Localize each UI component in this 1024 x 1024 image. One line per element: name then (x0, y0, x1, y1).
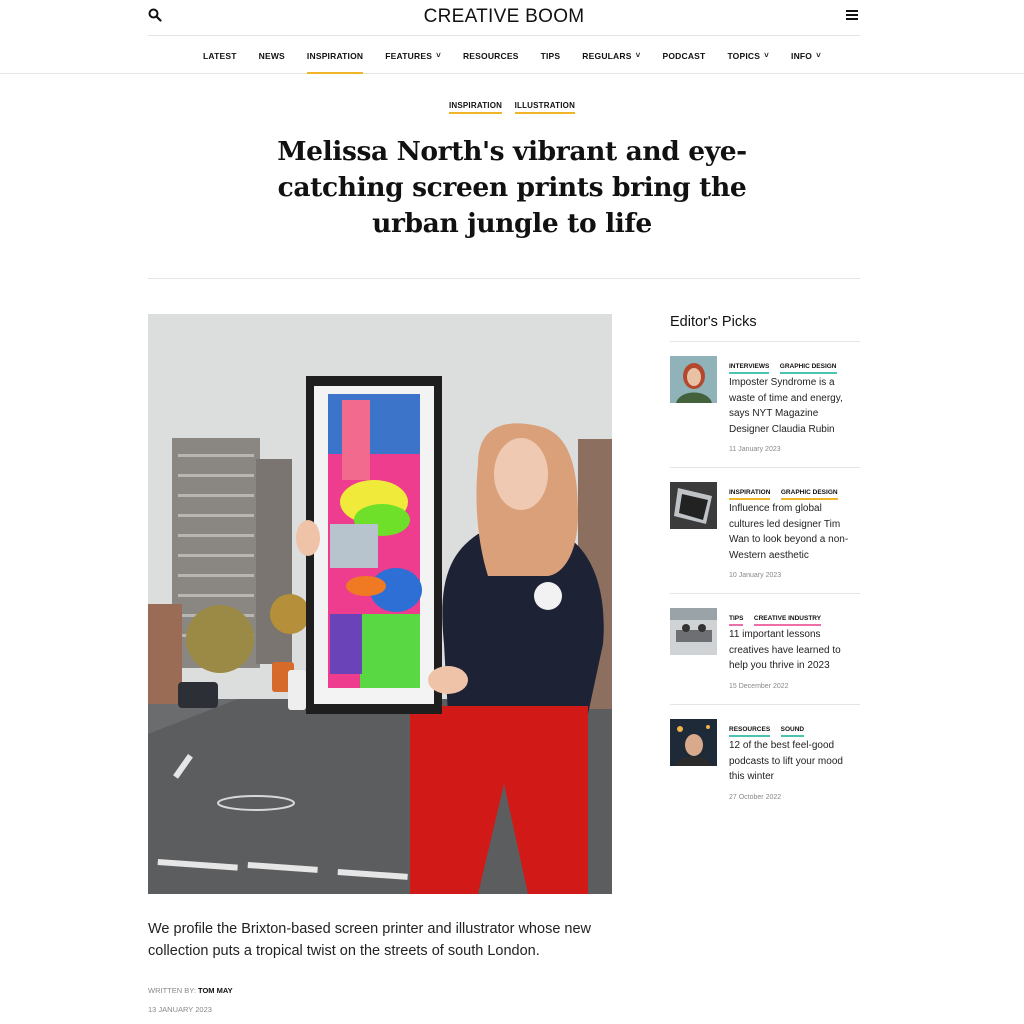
pick-date: 15 December 2022 (729, 683, 789, 690)
nav-item-news[interactable]: NEWS (259, 37, 285, 74)
pick-item[interactable]: INTERVIEWS GRAPHIC DESIGN Imposter Syndr… (670, 342, 860, 468)
chevron-down-icon: ˅ (436, 50, 441, 60)
chevron-down-icon: ˅ (816, 50, 821, 60)
pick-date: 10 January 2023 (729, 572, 782, 579)
nav-item-label: INSPIRATION (306, 50, 364, 61)
pick-title[interactable]: 11 important lessons creatives have lear… (729, 627, 857, 674)
nav-item-tips[interactable]: TIPS (541, 37, 561, 74)
pick-tag[interactable]: INTERVIEWS (729, 363, 770, 374)
byline: WRITTEN BY: TOM MAY (148, 986, 233, 995)
pick-title[interactable]: Influence from global cultures led desig… (729, 501, 857, 563)
editors-picks: Editor's Picks INTERVIEWS GRAPHIC DESIGN… (670, 314, 860, 831)
pick-thumbnail[interactable] (670, 608, 717, 655)
nav-item-info[interactable]: INFO ˅ (791, 37, 821, 74)
chevron-down-icon: ˅ (764, 50, 770, 60)
nav-item-inspiration[interactable]: INSPIRATION (306, 37, 364, 74)
pick-item[interactable]: RESOURCES SOUND 12 of the best feel-good… (670, 705, 860, 831)
pick-thumbnail[interactable] (670, 719, 717, 766)
nav-item-label: TOPICS (727, 50, 761, 61)
nav-item-label: TIPS (540, 50, 561, 61)
pick-title[interactable]: Imposter Syndrome is a waste of time and… (729, 375, 857, 437)
nav-item-label: NEWS (258, 50, 285, 61)
nav-item-resources[interactable]: RESOURCES (463, 37, 519, 74)
pick-tag[interactable]: RESOURCES (729, 726, 771, 737)
nav-item-label: REGULARS (582, 50, 632, 61)
article-dek: We profile the Brixton-based screen prin… (148, 921, 592, 959)
site-header: CREATIVE BOOM (148, 0, 860, 36)
pick-thumbnail[interactable] (670, 356, 717, 403)
nav-item-latest[interactable]: LATEST (203, 37, 237, 74)
editors-picks-heading: Editor's Picks (670, 314, 860, 342)
nav-item-regulars[interactable]: REGULARS ˅ (582, 37, 640, 74)
pick-title[interactable]: 12 of the best feel-good podcasts to lif… (729, 738, 857, 785)
pick-thumbnail[interactable] (670, 482, 717, 529)
pick-tag[interactable]: SOUND (780, 726, 805, 737)
tag-inspiration[interactable]: INSPIRATION (448, 101, 503, 114)
nav-item-label: RESOURCES (462, 50, 519, 61)
main-nav: LATEST NEWS INSPIRATION FEATURES ˅ RESOURCES T… (0, 37, 1024, 74)
site-logo[interactable]: CREATIVE BOOM (148, 6, 860, 28)
publish-date: 13 JANUARY 2023 (148, 1005, 212, 1014)
pick-item[interactable]: TIPS CREATIVE INDUSTRY 11 important less… (670, 594, 860, 705)
hamburger-menu-icon[interactable] (846, 8, 860, 22)
nav-item-topics[interactable]: TOPICS ˅ (727, 37, 769, 74)
nav-item-label: PODCAST (662, 50, 706, 61)
nav-item-label: FEATURES (385, 50, 433, 61)
pick-tag[interactable]: TIPS (729, 615, 744, 626)
author-link[interactable]: TOM MAY (198, 986, 233, 995)
pick-tag[interactable]: GRAPHIC DESIGN (779, 363, 837, 374)
pick-date: 11 January 2023 (729, 446, 781, 453)
hero-photo (148, 314, 612, 894)
nav-item-features[interactable]: FEATURES ˅ (385, 37, 441, 74)
article-title: Melissa North's vibrant and eye-catching… (277, 136, 747, 239)
nav-item-podcast[interactable]: PODCAST (662, 37, 705, 74)
chevron-down-icon: ˅ (635, 50, 641, 60)
tag-illustration[interactable]: ILLUSTRATION (514, 101, 576, 114)
pick-tag[interactable]: CREATIVE INDUSTRY (753, 615, 822, 626)
pick-tag[interactable]: GRAPHIC DESIGN (780, 489, 838, 500)
nav-item-label: INFO (791, 50, 813, 61)
pick-tag[interactable]: INSPIRATION (729, 489, 771, 500)
article-tags: INSPIRATION ILLUSTRATION (0, 95, 1024, 114)
divider (148, 278, 860, 279)
pick-date: 27 October 2022 (729, 794, 782, 801)
byline-prefix: WRITTEN BY: (148, 986, 196, 995)
pick-item[interactable]: INSPIRATION GRAPHIC DESIGN Influence fro… (670, 468, 860, 594)
nav-item-label: LATEST (202, 50, 237, 61)
